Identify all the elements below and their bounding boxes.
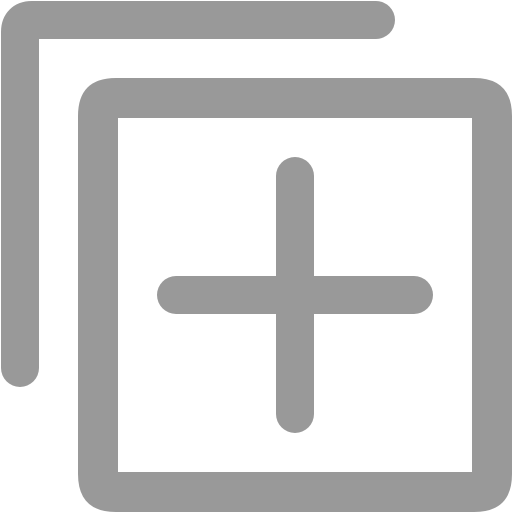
- back-layer-bracket: [1, 1, 395, 387]
- add-to-collection-icon: [1, 1, 512, 512]
- icon-canvas: [0, 0, 512, 512]
